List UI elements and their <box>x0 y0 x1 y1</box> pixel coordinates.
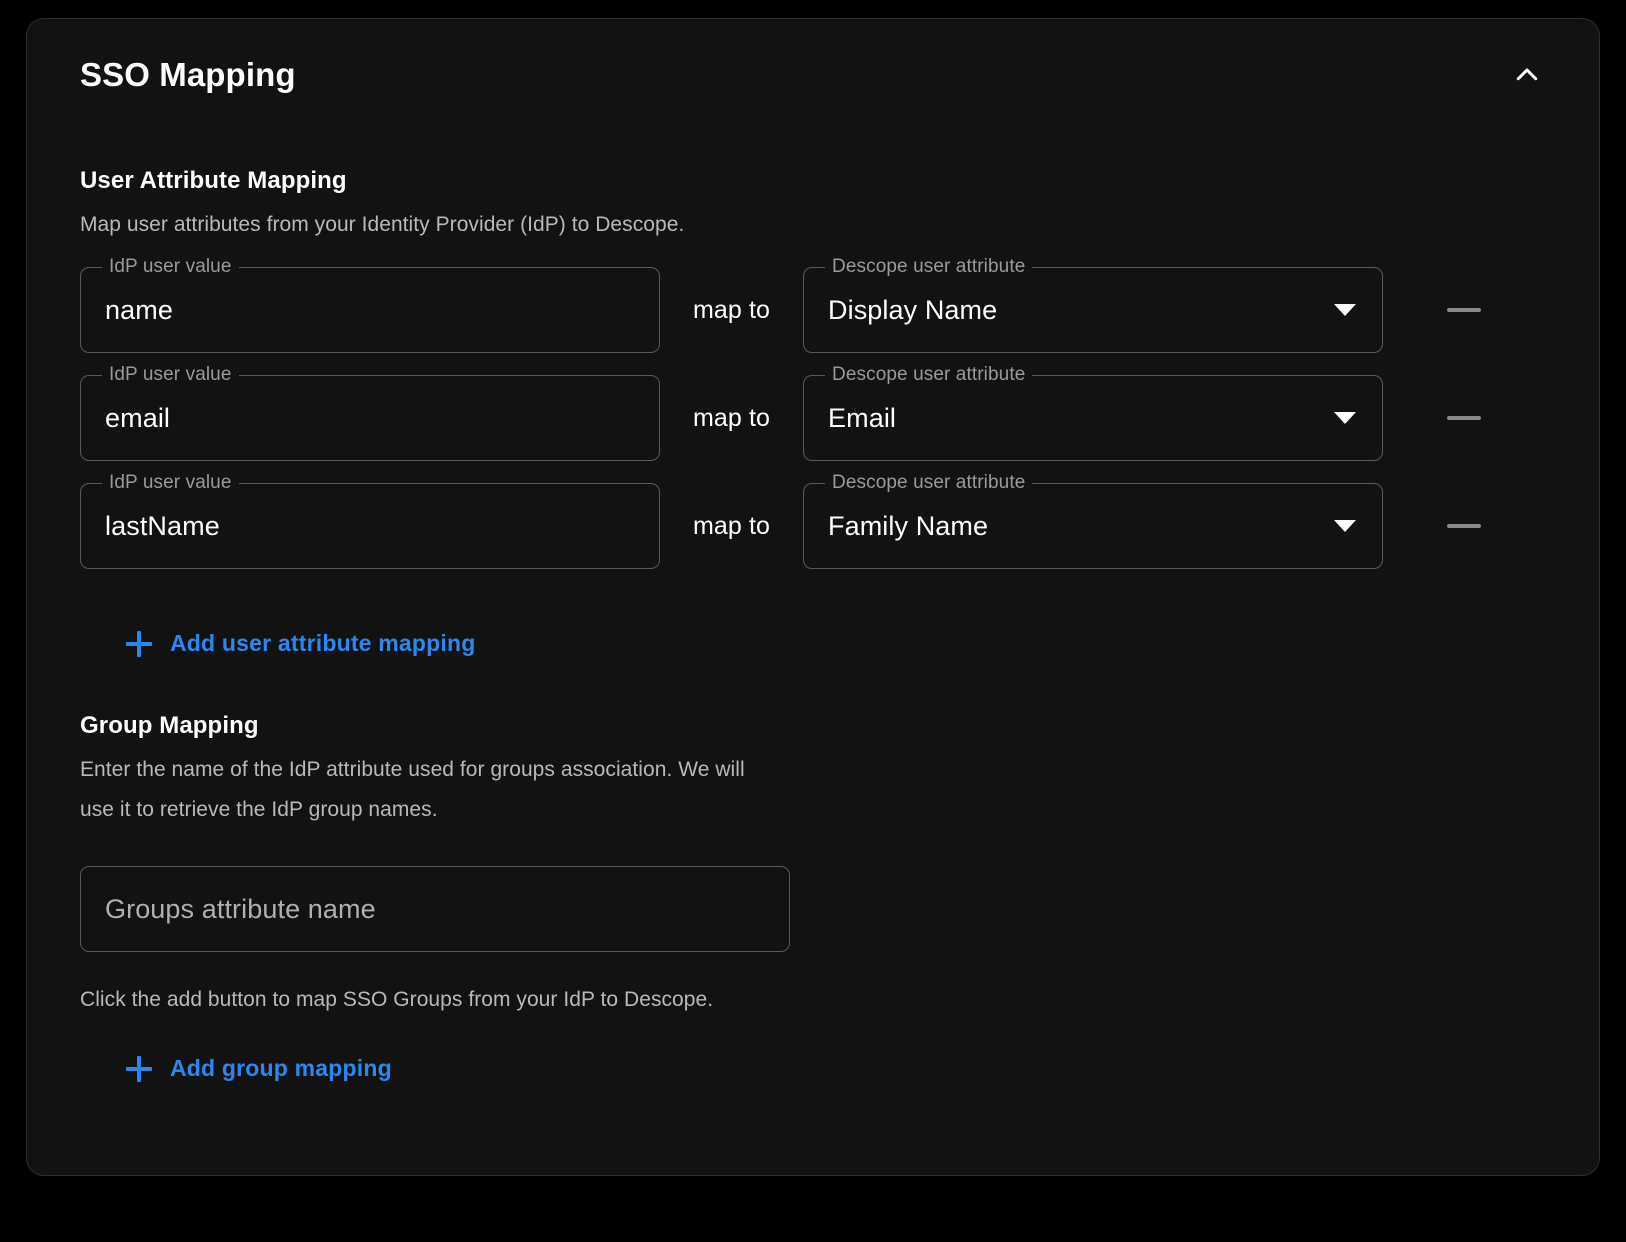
minus-icon <box>1447 524 1481 528</box>
idp-user-value-field[interactable]: IdP user value <box>80 472 660 569</box>
chevron-up-icon <box>1512 60 1542 90</box>
descope-user-attribute-select[interactable] <box>804 510 1382 542</box>
descope-user-attribute-label: Descope user attribute <box>825 472 1033 494</box>
idp-user-value-field[interactable]: IdP user value <box>80 256 660 353</box>
minus-icon <box>1447 416 1481 420</box>
map-to-label: map to <box>692 511 771 540</box>
descope-user-attribute-field[interactable]: Descope user attribute <box>803 256 1383 353</box>
idp-user-value-input[interactable] <box>81 402 659 434</box>
user-attribute-mapping-rows: IdP user value map to Descope user attri… <box>80 256 1560 569</box>
descope-user-attribute-field[interactable]: Descope user attribute <box>803 364 1383 461</box>
descope-user-attribute-select[interactable] <box>804 402 1382 434</box>
group-mapping-hint: Click the add button to map SSO Groups f… <box>80 988 714 1011</box>
descope-user-attribute-label: Descope user attribute <box>825 256 1033 278</box>
groups-attribute-name-input[interactable] <box>80 866 790 952</box>
map-to-label: map to <box>692 403 771 432</box>
group-mapping-heading: Group Mapping <box>80 712 259 739</box>
plus-icon <box>126 630 152 657</box>
mapping-row: IdP user value map to Descope user attri… <box>80 472 1560 569</box>
descope-user-attribute-select[interactable] <box>804 294 1382 326</box>
remove-mapping-button[interactable] <box>1429 416 1499 420</box>
add-user-attribute-mapping-button[interactable]: Add user attribute mapping <box>116 624 486 663</box>
minus-icon <box>1447 308 1481 312</box>
collapse-section-button[interactable] <box>1507 55 1547 95</box>
remove-mapping-button[interactable] <box>1429 308 1499 312</box>
idp-user-value-field[interactable]: IdP user value <box>80 364 660 461</box>
idp-user-value-label: IdP user value <box>102 364 239 386</box>
page-title: SSO Mapping <box>80 56 296 93</box>
user-attribute-mapping-section: User Attribute Mapping Map user attribut… <box>80 167 1560 569</box>
mapping-row: IdP user value map to Descope user attri… <box>80 364 1560 461</box>
mapping-row: IdP user value map to Descope user attri… <box>80 256 1560 353</box>
sso-mapping-card: SSO Mapping User Attribute Mapping Map u… <box>26 18 1600 1176</box>
user-attribute-mapping-heading: User Attribute Mapping <box>80 167 347 194</box>
idp-user-value-input[interactable] <box>81 294 659 326</box>
group-mapping-description: Enter the name of the IdP attribute used… <box>80 758 745 821</box>
remove-mapping-button[interactable] <box>1429 524 1499 528</box>
descope-user-attribute-field[interactable]: Descope user attribute <box>803 472 1383 569</box>
user-attribute-mapping-description: Map user attributes from your Identity P… <box>80 213 685 236</box>
idp-user-value-input[interactable] <box>81 510 659 542</box>
idp-user-value-label: IdP user value <box>102 256 239 278</box>
plus-icon <box>126 1055 152 1082</box>
group-mapping-section: Group Mapping Enter the name of the IdP … <box>80 712 1080 1012</box>
descope-user-attribute-label: Descope user attribute <box>825 364 1033 386</box>
map-to-label: map to <box>692 295 771 324</box>
add-user-attribute-mapping-label: Add user attribute mapping <box>170 630 476 656</box>
add-group-mapping-button[interactable]: Add group mapping <box>116 1049 402 1088</box>
idp-user-value-label: IdP user value <box>102 472 239 494</box>
card-header: SSO Mapping <box>27 19 1599 131</box>
add-group-mapping-label: Add group mapping <box>170 1055 392 1081</box>
